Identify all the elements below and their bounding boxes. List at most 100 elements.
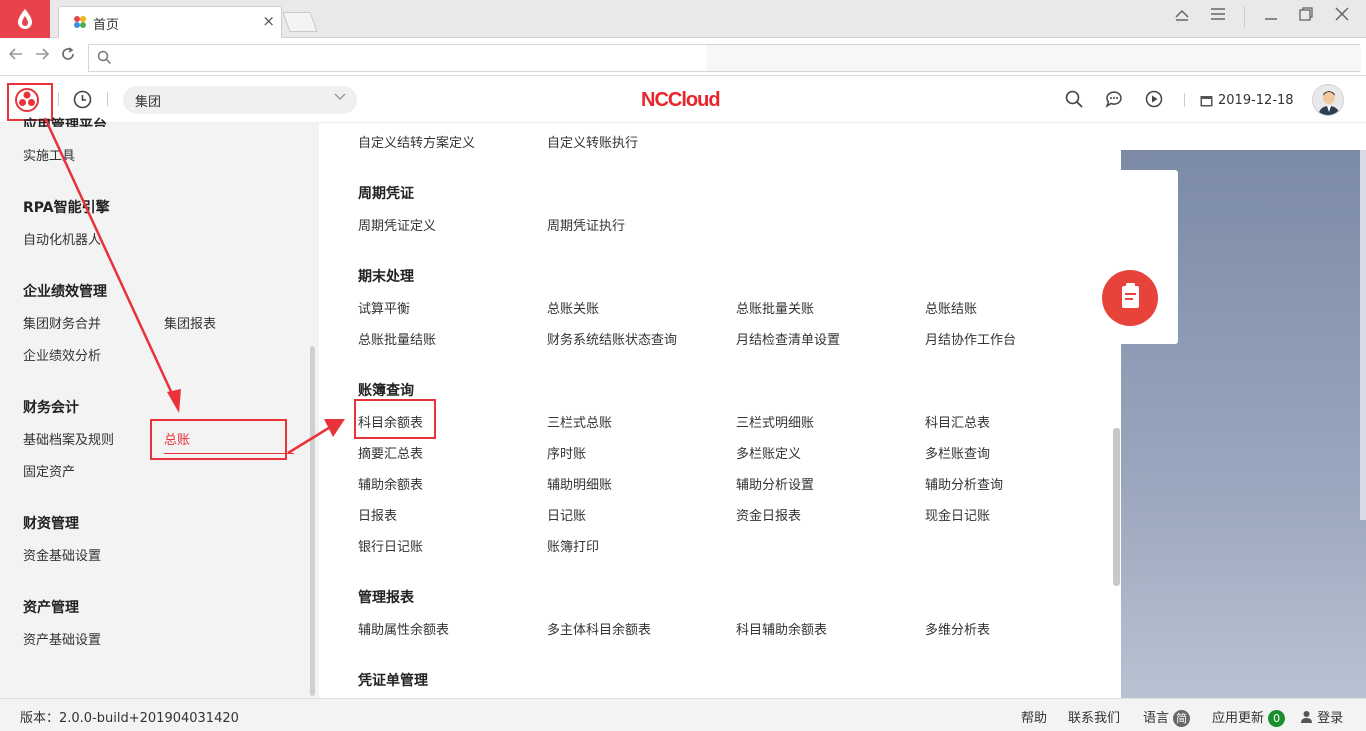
refresh-icon[interactable]	[60, 46, 76, 67]
menu-item-performance-analysis[interactable]: 企业绩效分析	[23, 345, 101, 364]
menu-item[interactable]: 多栏账查询	[925, 443, 990, 462]
language-badge: 简	[1173, 710, 1191, 727]
menu-scrollbar[interactable]	[1113, 428, 1120, 586]
menu-item[interactable]: 月结检查清单设置	[736, 329, 840, 348]
menu-item[interactable]: 辅助明细账	[547, 474, 612, 493]
restore-icon[interactable]	[1298, 6, 1314, 26]
menu-item[interactable]: 周期凭证定义	[358, 215, 436, 234]
menu-item-robot[interactable]: 自动化机器人	[23, 229, 101, 248]
menu-item[interactable]: 日记账	[547, 505, 586, 524]
org-select-value: 集团	[135, 95, 162, 110]
help-link[interactable]: 帮助	[1021, 707, 1047, 726]
divider	[1244, 6, 1245, 28]
divider	[107, 92, 108, 106]
menu-item[interactable]: 试算平衡	[358, 298, 410, 317]
updates-count-badge: 0	[1268, 710, 1286, 727]
menu-item[interactable]: 资金日报表	[736, 505, 801, 524]
menu-item[interactable]: 辅助余额表	[358, 474, 423, 493]
tab-favicon-icon	[73, 15, 87, 33]
menu-item[interactable]: 多栏账定义	[736, 443, 801, 462]
chevron-up-icon[interactable]	[1174, 6, 1190, 26]
tab-home[interactable]: 首页 ×	[58, 6, 282, 38]
menu-item-basic-archives[interactable]: 基础档案及规则	[23, 429, 114, 448]
menu-item[interactable]: 辅助分析查询	[925, 474, 1003, 493]
menu-item[interactable]: 三栏式总账	[547, 412, 612, 431]
menu-item[interactable]: 辅助分析设置	[736, 474, 814, 493]
menu-item[interactable]: 现金日记账	[925, 505, 990, 524]
group-heading-periodic-voucher: 周期凭证	[358, 186, 414, 202]
login-label: 登录	[1317, 711, 1344, 726]
workspace-top	[1121, 123, 1366, 150]
group-heading-ledger-query: 账簿查询	[358, 383, 414, 399]
menu-item-fixed-assets[interactable]: 固定资产	[23, 461, 75, 480]
menu-item[interactable]: 月结协作工作台	[925, 329, 1016, 348]
tab-title: 首页	[93, 18, 120, 33]
group-heading-period-end: 期末处理	[358, 269, 414, 285]
play-icon[interactable]	[1145, 90, 1163, 113]
menu-item-group-reports[interactable]: 集团报表	[164, 313, 216, 332]
history-clock-icon[interactable]	[73, 90, 92, 113]
workspace-scrollbar[interactable]	[1360, 150, 1366, 520]
app-updates-link[interactable]: 应用更新 0	[1212, 707, 1286, 727]
menu-item[interactable]: 三栏式明细账	[736, 412, 814, 431]
browser-tab-bar: 首页 ×	[0, 0, 1366, 38]
tab-close-icon[interactable]: ×	[262, 12, 275, 30]
section-heading-treasury: 财资管理	[23, 516, 79, 532]
annotation-box-account-balance	[354, 399, 436, 439]
menu-item-group-consolidation[interactable]: 集团财务合并	[23, 313, 101, 332]
contact-link[interactable]: 联系我们	[1068, 707, 1120, 726]
menu-item[interactable]: 多主体科目余额表	[547, 619, 651, 638]
menu-item[interactable]: 自定义转账执行	[547, 132, 638, 151]
menu-item[interactable]: 科目汇总表	[925, 412, 990, 431]
partial-heading: 应用管理平台	[23, 118, 107, 127]
menu-item[interactable]: 摘要汇总表	[358, 443, 423, 462]
close-window-icon[interactable]	[1334, 6, 1350, 26]
menu-item[interactable]: 自定义结转方案定义	[358, 132, 475, 151]
language-label: 语言	[1143, 711, 1170, 726]
business-date[interactable]: 2019-12-18	[1218, 93, 1294, 108]
menu-item[interactable]: 日报表	[358, 505, 397, 524]
status-bar: 版本：2.0.0-build+201904031420 帮助 联系我们 语言 简…	[0, 698, 1366, 731]
menu-item[interactable]: 财务系统结账状态查询	[547, 329, 677, 348]
search-icon[interactable]	[1065, 90, 1083, 113]
menu-item[interactable]: 序时账	[547, 443, 586, 462]
menu-item-fund-settings[interactable]: 资金基础设置	[23, 545, 101, 564]
minimize-icon[interactable]	[1263, 6, 1279, 26]
menu-item[interactable]: 科目辅助余额表	[736, 619, 827, 638]
annotation-box-general-ledger	[150, 419, 287, 460]
menu-icon[interactable]	[1210, 6, 1226, 26]
menu-item[interactable]: 总账关账	[547, 298, 599, 317]
clipboard-icon	[1102, 270, 1158, 326]
section-heading-assets: 资产管理	[23, 600, 79, 616]
calendar-icon	[1200, 94, 1213, 111]
updates-label: 应用更新	[1212, 711, 1265, 726]
user-icon	[1301, 711, 1312, 723]
menu-item[interactable]: 总账结账	[925, 298, 977, 317]
address-bar-extension	[706, 45, 1361, 71]
menu-item[interactable]: 账簿打印	[547, 536, 599, 555]
menu-item[interactable]: 周期凭证执行	[547, 215, 625, 234]
login-link[interactable]: 登录	[1300, 707, 1343, 726]
menu-item[interactable]: 总账批量结账	[358, 329, 436, 348]
divider	[1184, 93, 1185, 107]
section-heading-rpa: RPA智能引擎	[23, 200, 110, 216]
brand-logo: NCCloud	[641, 89, 721, 111]
new-tab-button[interactable]	[282, 12, 318, 32]
left-menu-panel: 应用管理平台 实施工具 RPA智能引擎 自动化机器人 企业绩效管理 集团财务合并…	[0, 118, 319, 698]
menu-item[interactable]: 多维分析表	[925, 619, 990, 638]
menu-item[interactable]: 辅助属性余额表	[358, 619, 449, 638]
back-arrow-icon[interactable]	[8, 46, 24, 67]
left-scrollbar[interactable]	[310, 346, 315, 696]
language-link[interactable]: 语言 简	[1143, 707, 1191, 727]
group-heading-mgmt-reports: 管理报表	[358, 590, 414, 606]
avatar[interactable]	[1312, 84, 1344, 116]
forward-arrow-icon[interactable]	[34, 46, 50, 67]
message-icon[interactable]	[1105, 90, 1123, 113]
address-bar[interactable]	[88, 44, 1361, 72]
menu-item[interactable]: 银行日记账	[358, 536, 423, 555]
org-select[interactable]: 集团	[123, 86, 357, 114]
browser-logo-icon[interactable]	[0, 0, 50, 38]
menu-item-implementation-tools[interactable]: 实施工具	[23, 145, 75, 164]
menu-item-asset-settings[interactable]: 资产基础设置	[23, 629, 101, 648]
menu-item[interactable]: 总账批量关账	[736, 298, 814, 317]
